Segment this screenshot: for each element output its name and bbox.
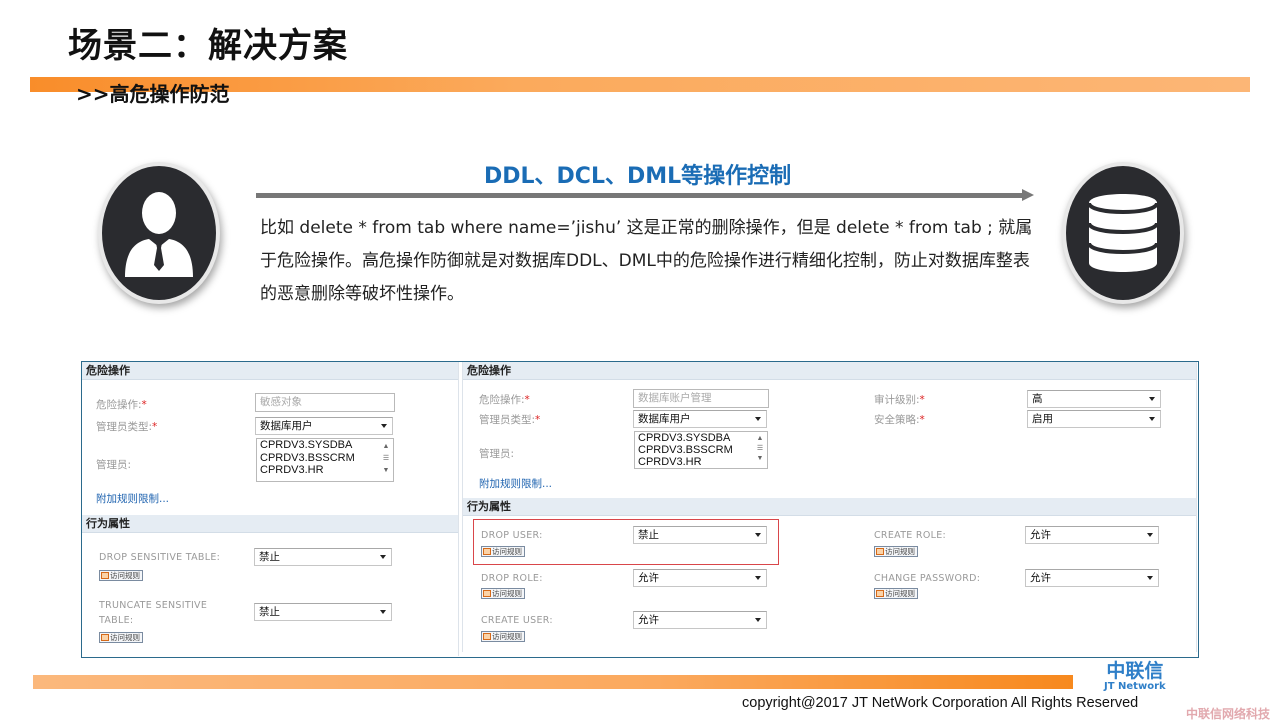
behavior-label: DROP ROLE: <box>481 573 543 584</box>
rule-icon <box>876 548 884 555</box>
rule-icon <box>101 572 109 579</box>
access-rule-button[interactable]: 访问规则 <box>481 588 525 599</box>
security-policy-select[interactable]: 启用 <box>1027 410 1161 428</box>
access-rule-button[interactable]: 访问规则 <box>874 588 918 599</box>
admin-type-label: 管理员类型:* <box>479 414 541 426</box>
danger-op-label: 危险操作:* <box>96 399 147 411</box>
list-item[interactable]: CPRDV3.HR <box>638 456 767 468</box>
watermark: 中联信网络科技 <box>1186 707 1271 720</box>
list-item[interactable]: CPRDV3.HR <box>260 464 393 477</box>
behavior-label: DROP USER: <box>481 530 543 541</box>
chevron-down-icon <box>380 610 386 614</box>
behavior-label: CREATE USER: <box>481 615 553 626</box>
section-header-behavior: 行为属性 <box>463 498 1196 516</box>
danger-op-input[interactable]: 敏感对象 <box>255 393 395 412</box>
chevron-down-icon <box>755 576 761 580</box>
access-rule-button[interactable]: 访问规则 <box>481 631 525 642</box>
logo-en: JT Network <box>1104 681 1166 692</box>
scrollbar[interactable]: ▲ ☰ ▼ <box>755 434 765 466</box>
section-header-behavior: 行为属性 <box>82 515 458 533</box>
user-icon <box>125 192 193 277</box>
extra-rule-link[interactable]: 附加规则限制... <box>96 491 169 506</box>
flow-arrow <box>256 193 1026 198</box>
audit-level-label: 审计级别:* <box>874 394 925 406</box>
left-config-panel: 危险操作 危险操作:* 敏感对象 管理员类型:* 数据库用户 管理员: CPRD… <box>82 362 459 656</box>
list-item[interactable]: CPRDV3.BSSCRM <box>260 452 393 465</box>
rule-icon <box>101 634 109 641</box>
admin-type-label: 管理员类型:* <box>96 421 158 433</box>
company-logo: 中联信 JT Network <box>1104 661 1166 692</box>
user-avatar <box>98 162 220 304</box>
rule-icon <box>483 590 491 597</box>
slide-subtitle: >>高危操作防范 <box>76 82 230 106</box>
access-rule-button[interactable]: 访问规则 <box>481 546 525 557</box>
behavior-select[interactable]: 允许 <box>1025 569 1159 587</box>
behavior-select[interactable]: 允许 <box>633 611 767 629</box>
database-icon <box>1087 194 1159 272</box>
scrollbar[interactable]: ▲ ☰ ▼ <box>381 441 391 479</box>
security-policy-label: 安全策略:* <box>874 414 925 426</box>
chevron-down-icon <box>1147 533 1153 537</box>
extra-rule-link[interactable]: 附加规则限制... <box>479 476 552 491</box>
behavior-select[interactable]: 禁止 <box>254 548 392 566</box>
behavior-label: TRUNCATE SENSITIVE TABLE: <box>99 600 208 626</box>
description-text: 比如 delete * from tab where name=’jishu’ … <box>260 218 1033 304</box>
list-item[interactable]: CPRDV3.BSSCRM <box>638 444 767 456</box>
behavior-label: DROP SENSITIVE TABLE: <box>99 552 221 563</box>
admin-type-select[interactable]: 数据库用户 <box>633 410 767 428</box>
rule-icon <box>483 633 491 640</box>
chevron-down-icon <box>1149 417 1155 421</box>
section-header-danger-op: 危险操作 <box>82 362 458 380</box>
access-rule-button[interactable]: 访问规则 <box>874 546 918 557</box>
behavior-select[interactable]: 允许 <box>633 569 767 587</box>
flow-title: DDL、DCL、DML等操作控制 <box>484 164 792 189</box>
chevron-down-icon <box>1147 576 1153 580</box>
logo-cn: 中联信 <box>1106 660 1164 682</box>
list-item[interactable]: CPRDV3.SYSDBA <box>260 439 393 452</box>
admin-label: 管理员: <box>96 459 132 471</box>
danger-op-input[interactable]: 数据库账户管理 <box>633 389 769 408</box>
chevron-down-icon <box>755 618 761 622</box>
chevron-down-icon <box>755 417 761 421</box>
footer-accent-bar <box>33 675 1073 689</box>
database-badge <box>1062 162 1184 304</box>
admin-label: 管理员: <box>479 448 515 460</box>
config-screenshot: 危险操作 危险操作:* 敏感对象 管理员类型:* 数据库用户 管理员: CPRD… <box>81 361 1199 658</box>
chevron-down-icon <box>381 424 387 428</box>
behavior-select[interactable]: 禁止 <box>633 526 767 544</box>
behavior-select[interactable]: 允许 <box>1025 526 1159 544</box>
access-rule-button[interactable]: 访问规则 <box>99 632 143 643</box>
admin-listbox[interactable]: CPRDV3.SYSDBA CPRDV3.BSSCRM CPRDV3.HR ▲ ☰… <box>256 438 394 482</box>
rule-icon <box>483 548 491 555</box>
admin-listbox[interactable]: CPRDV3.SYSDBA CPRDV3.BSSCRM CPRDV3.HR ▲ ☰… <box>634 431 768 469</box>
section-header-danger-op: 危险操作 <box>463 362 1196 380</box>
copyright-text: copyright@2017 JT NetWork Corporation Al… <box>742 695 1139 711</box>
slide-title: 场景二：解决方案 <box>68 26 348 66</box>
behavior-label: CHANGE PASSWORD: <box>874 573 981 584</box>
audit-level-select[interactable]: 高 <box>1027 390 1161 408</box>
chevron-down-icon <box>380 555 386 559</box>
right-config-panel: 危险操作 危险操作:* 数据库账户管理 管理员类型:* 数据库用户 管理员: C… <box>462 362 1197 652</box>
access-rule-button[interactable]: 访问规则 <box>99 570 143 581</box>
list-item[interactable]: CPRDV3.SYSDBA <box>638 432 767 444</box>
rule-icon <box>876 590 884 597</box>
arrow-head-icon <box>1022 189 1034 201</box>
behavior-select[interactable]: 禁止 <box>254 603 392 621</box>
chevron-down-icon <box>755 533 761 537</box>
admin-type-select[interactable]: 数据库用户 <box>255 417 393 435</box>
chevron-down-icon <box>1149 397 1155 401</box>
danger-op-label: 危险操作:* <box>479 394 530 406</box>
behavior-label: CREATE ROLE: <box>874 530 946 541</box>
